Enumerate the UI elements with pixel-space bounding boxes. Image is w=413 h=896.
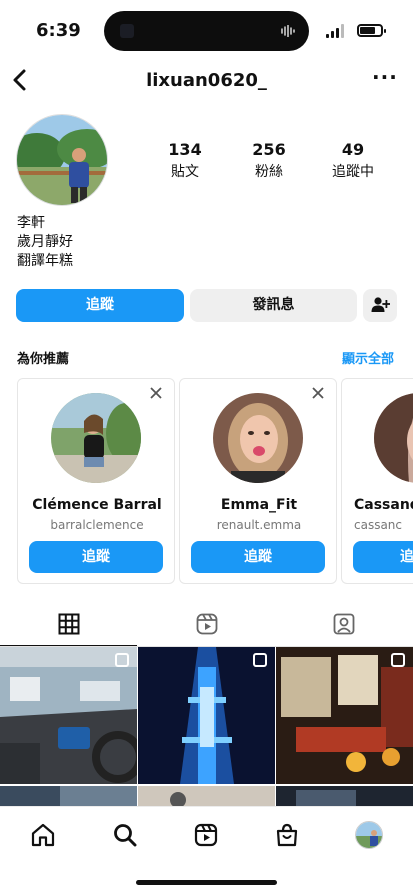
suggestion-avatar[interactable] — [374, 393, 413, 483]
suggestion-name[interactable]: Clémence Barral — [18, 497, 174, 513]
reels-icon[interactable] — [193, 822, 219, 848]
see-all-link[interactable]: 顯示全部 — [342, 348, 394, 367]
suggestion-avatar[interactable] — [213, 393, 303, 483]
stat-followers[interactable]: 256 粉絲 — [229, 140, 309, 181]
cellular-signal-icon — [326, 24, 344, 38]
search-icon[interactable] — [112, 822, 138, 848]
suggestion-card[interactable]: Clémence Barral barralclemence 追蹤 — [17, 378, 175, 584]
profile-username: lixuan0620_ — [146, 70, 267, 91]
dismiss-icon[interactable] — [150, 387, 162, 399]
suggestion-handle: barralclemence — [50, 518, 144, 532]
suggestion-card[interactable]: Cassand cassanc 追 — [341, 378, 413, 584]
more-options-icon[interactable]: ··· — [372, 67, 397, 90]
suggestion-handle: renault.emma — [216, 518, 302, 532]
post-thumbnail[interactable] — [138, 647, 275, 784]
stat-posts[interactable]: 134 貼文 — [145, 140, 225, 181]
stat-following-count: 49 — [341, 140, 365, 159]
post-thumbnail[interactable] — [138, 786, 275, 806]
island-app-icon — [120, 24, 134, 38]
add-person-icon — [371, 297, 391, 312]
reel-indicator-icon — [115, 653, 129, 667]
suggest-people-button[interactable] — [363, 289, 397, 322]
battery-icon — [357, 24, 386, 37]
shop-icon[interactable] — [274, 822, 300, 848]
dismiss-icon[interactable] — [312, 387, 324, 399]
profile-avatar[interactable] — [16, 114, 108, 206]
suggestion-follow-button[interactable]: 追蹤 — [29, 541, 163, 573]
audio-wave-icon — [281, 25, 295, 37]
stat-following[interactable]: 49 追蹤中 — [313, 140, 393, 181]
profile-bio: 李軒 歲月靜好 翻譯年糕 — [17, 214, 73, 271]
bio-line-1: 歲月靜好 — [17, 234, 73, 250]
carousel-indicator-icon — [391, 653, 405, 667]
message-button[interactable]: 發訊息 — [190, 289, 357, 322]
tagged-icon[interactable] — [332, 612, 356, 636]
home-indicator — [136, 880, 277, 885]
stat-followers-label: 粉絲 — [255, 164, 283, 180]
post-thumbnail[interactable] — [276, 647, 413, 784]
stat-posts-count: 134 — [168, 140, 202, 159]
suggestion-avatar[interactable] — [51, 393, 141, 483]
post-thumbnail[interactable] — [0, 786, 137, 806]
bio-name: 李軒 — [17, 215, 45, 231]
suggestion-name[interactable]: Cassand — [342, 497, 413, 513]
carousel-indicator-icon — [253, 653, 267, 667]
suggestions-title: 為你推薦 — [17, 352, 70, 367]
dynamic-island — [104, 11, 309, 51]
reels-icon[interactable] — [195, 612, 219, 636]
status-bar: 6:39 — [0, 0, 413, 60]
stat-posts-label: 貼文 — [171, 164, 199, 180]
follow-button[interactable]: 追蹤 — [16, 289, 184, 322]
suggestion-follow-button[interactable]: 追蹤 — [191, 541, 325, 573]
suggestion-name[interactable]: Emma_Fit — [180, 497, 336, 513]
post-thumbnail[interactable] — [276, 786, 413, 806]
home-icon[interactable] — [30, 822, 56, 848]
stat-following-label: 追蹤中 — [332, 164, 374, 180]
post-thumbnail[interactable] — [0, 647, 137, 784]
stat-followers-count: 256 — [252, 140, 286, 159]
status-time: 6:39 — [36, 20, 81, 41]
suggestion-follow-button[interactable]: 追 — [353, 541, 413, 573]
suggestion-handle: cassanc — [354, 518, 403, 532]
grid-icon[interactable] — [57, 612, 81, 636]
suggestion-card[interactable]: Emma_Fit renault.emma 追蹤 — [179, 378, 337, 584]
profile-avatar[interactable] — [355, 821, 383, 849]
bio-line-2: 翻譯年糕 — [17, 253, 73, 269]
